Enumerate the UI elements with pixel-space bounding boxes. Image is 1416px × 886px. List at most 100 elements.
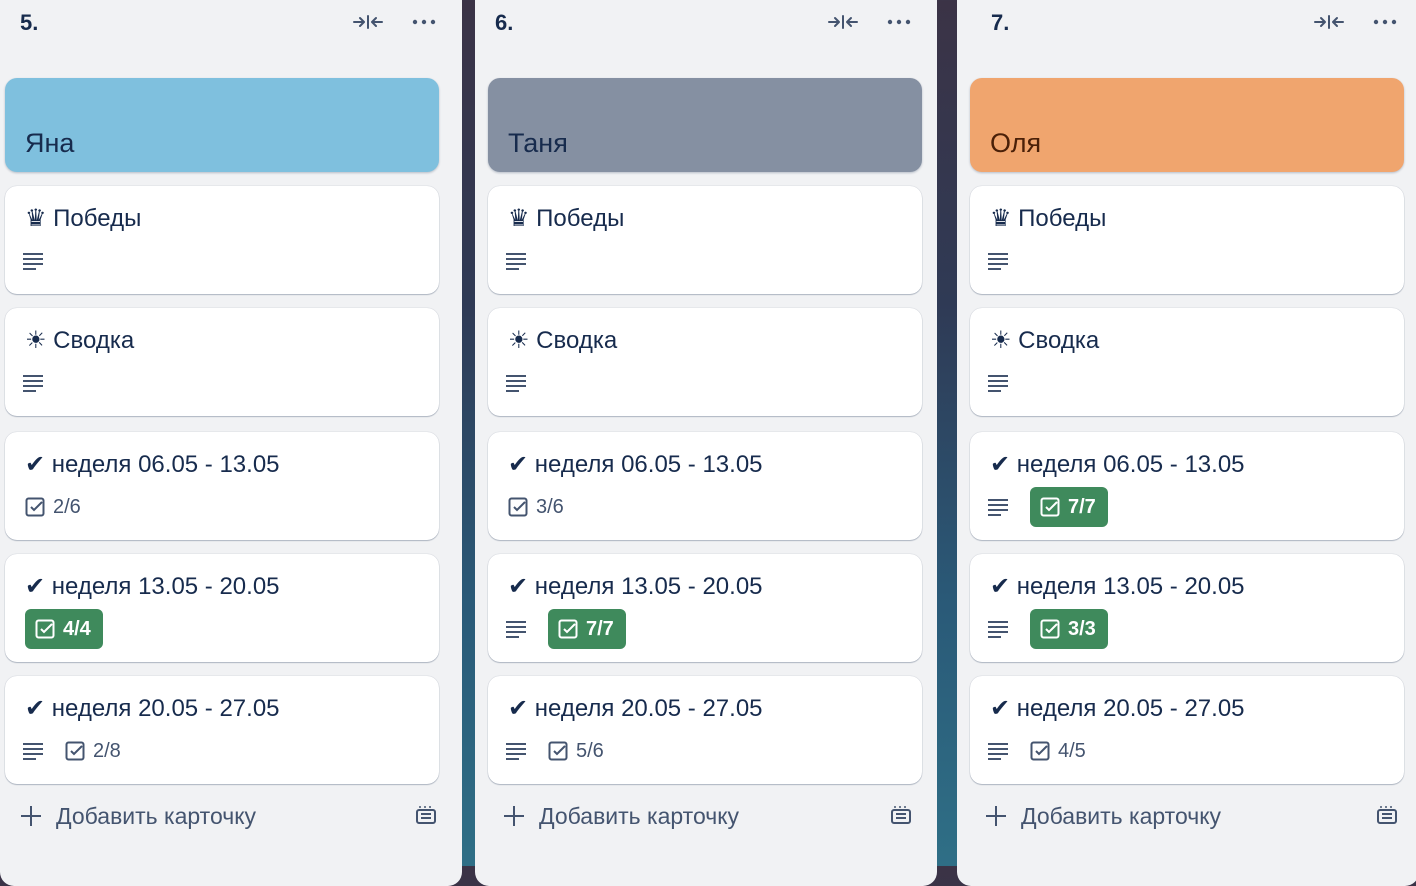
description-lines-icon [15,733,51,769]
card-badges [506,240,540,282]
card-title: ♛ Победы [25,205,142,232]
checklist-icon [548,741,568,761]
card[interactable]: ✔ неделя 13.05 - 20.05 3/3 [970,554,1404,662]
collapse-arrows-icon [353,15,383,29]
card[interactable]: ✔ неделя 20.05 - 27.05 2/8 [5,676,439,784]
list-footer: Добавить карточку [475,794,937,854]
description-lines-icon [980,489,1016,525]
checklist-icon [558,619,578,639]
card-title: ✔ неделя 06.05 - 13.05 [25,451,280,478]
card-template-icon [1377,806,1397,824]
description-lines-icon [498,611,534,647]
checklist-count: 2/6 [53,495,81,518]
checklist-count: 5/6 [576,739,604,762]
card[interactable]: ✔ неделя 20.05 - 27.05 4/5 [970,676,1404,784]
collapse-arrows-icon [1314,15,1344,29]
more-dots-icon [1373,19,1397,25]
description-lines-icon [980,365,1016,401]
cover-card[interactable]: Таня [488,78,922,172]
card-title: ☀ Сводка [990,327,1100,354]
checklist-icon [508,497,528,517]
card[interactable]: ☀ Сводка [5,308,439,416]
collapse-list-button[interactable] [350,6,386,38]
description-lines-icon [15,243,51,279]
list-title[interactable]: 5. [20,10,38,36]
description-lines-icon [980,611,1016,647]
description-lines-icon [980,243,1016,279]
card-title: ✔ неделя 20.05 - 27.05 [508,695,763,722]
list-title[interactable]: 6. [495,10,513,36]
list-menu-button[interactable] [1367,6,1403,38]
description-lines-icon [498,243,534,279]
card-template-icon [416,806,436,824]
list-title[interactable]: 7. [991,10,1009,36]
collapse-list-button[interactable] [1311,6,1347,38]
card-title: ✔ неделя 20.05 - 27.05 [25,695,280,722]
checklist-count: 2/8 [93,739,121,762]
cover-title: Яна [25,128,75,158]
create-from-template-button[interactable] [1371,800,1403,832]
card[interactable]: ✔ неделя 06.05 - 13.05 3/6 [488,432,922,540]
card[interactable]: ♛ Победы [5,186,439,294]
card[interactable]: ✔ неделя 20.05 - 27.05 5/6 [488,676,922,784]
card-badges: 2/8 [23,730,121,772]
create-from-template-button[interactable] [410,800,442,832]
checklist-count: 7/7 [1068,495,1096,518]
checklist-badge: 2/6 [25,487,81,527]
list-menu-button[interactable] [406,6,442,38]
board: 5. Яна ♛ Победы ☀ Сводка ✔ неделя 06.05 [0,0,1416,886]
list-menu-button[interactable] [881,6,917,38]
card[interactable]: ✔ неделя 13.05 - 20.05 4/4 [5,554,439,662]
add-card-button[interactable]: Добавить карточку [977,794,1229,838]
more-dots-icon [887,19,911,25]
checklist-count: 3/6 [536,495,564,518]
card-badges: 7/7 [988,486,1108,528]
plus-icon [21,806,41,826]
card-badges [23,362,57,404]
card[interactable]: ☀ Сводка [970,308,1404,416]
card-badges: 4/5 [988,730,1086,772]
card[interactable]: ♛ Победы [970,186,1404,294]
checklist-count: 4/5 [1058,739,1086,762]
add-card-button[interactable]: Добавить карточку [12,794,264,838]
description-lines-icon [15,365,51,401]
list-5: 5. Яна ♛ Победы ☀ Сводка ✔ неделя 06.05 [0,0,462,886]
checklist-count: 4/4 [63,617,91,640]
card-title: ☀ Сводка [508,327,618,354]
card[interactable]: ✔ неделя 06.05 - 13.05 2/6 [5,432,439,540]
checklist-icon [1040,619,1060,639]
checklist-icon [65,741,85,761]
cover-card[interactable]: Яна [5,78,439,172]
checklist-badge-complete: 4/4 [25,609,103,649]
card[interactable]: ✔ неделя 13.05 - 20.05 7/7 [488,554,922,662]
create-from-template-button[interactable] [885,800,917,832]
card[interactable]: ♛ Победы [488,186,922,294]
card[interactable]: ✔ неделя 06.05 - 13.05 7/7 [970,432,1404,540]
list-6: 6. Таня ♛ Победы ☀ Сводка ✔ неделя 06.05 [475,0,937,886]
checklist-badge: 5/6 [548,731,604,771]
collapse-arrows-icon [828,15,858,29]
card-badges [988,240,1022,282]
card-badges: 3/3 [988,608,1108,650]
card-title: ✔ неделя 06.05 - 13.05 [990,451,1245,478]
checklist-icon [25,497,45,517]
checklist-icon [1040,497,1060,517]
more-dots-icon [412,19,436,25]
plus-icon [504,806,524,826]
cover-card[interactable]: Оля [970,78,1404,172]
card-title: ☀ Сводка [25,327,135,354]
add-card-label: Добавить карточку [56,802,257,829]
cover-title: Таня [508,128,568,158]
card[interactable]: ☀ Сводка [488,308,922,416]
checklist-badge: 4/5 [1030,731,1086,771]
card-title: ♛ Победы [990,205,1107,232]
card-badges: 5/6 [506,730,604,772]
card-title: ♛ Победы [508,205,625,232]
card-badges: 3/6 [508,486,564,528]
add-card-button[interactable]: Добавить карточку [495,794,747,838]
checklist-count: 7/7 [586,617,614,640]
list-header: 7. [957,0,1416,44]
description-lines-icon [498,365,534,401]
collapse-list-button[interactable] [825,6,861,38]
card-badges: 4/4 [25,608,103,650]
